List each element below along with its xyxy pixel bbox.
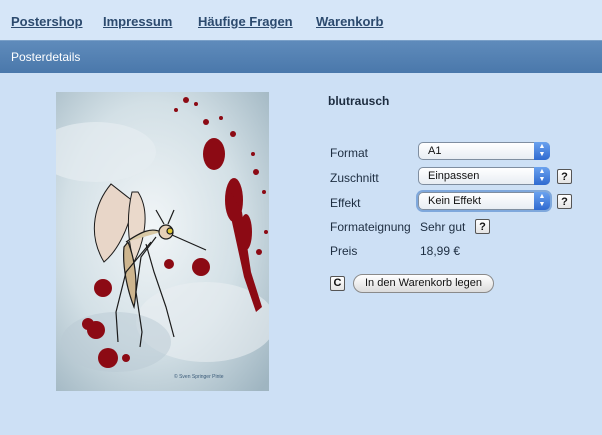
format-select[interactable]: A1 ▲ ▼ (418, 142, 550, 160)
effekt-help-button[interactable]: ? (557, 194, 572, 209)
formateignung-value: Sehr gut (420, 220, 466, 234)
add-to-cart-button[interactable]: In den Warenkorb legen (353, 274, 494, 293)
poster-image: © Sven Springer Pinte (56, 92, 269, 391)
preis-value: 18,99 € (420, 244, 461, 258)
top-navigation: Postershop Impressum Häufige Fragen Ware… (0, 0, 602, 40)
format-label: Format (330, 146, 369, 160)
select-arrows-icon: ▲ ▼ (534, 167, 550, 185)
zuschnitt-select[interactable]: Einpassen ▲ ▼ (418, 167, 550, 185)
select-arrows-icon: ▲ ▼ (534, 192, 550, 210)
formateignung-help-button[interactable]: ? (475, 219, 490, 234)
section-title: Posterdetails (11, 50, 81, 64)
nav-link-postershop[interactable]: Postershop (11, 14, 83, 29)
zuschnitt-help-button[interactable]: ? (557, 169, 572, 184)
format-select-value: A1 (428, 145, 442, 157)
poster-credit: © Sven Springer Pinte (174, 373, 224, 380)
poster-artwork: © Sven Springer Pinte (56, 92, 269, 391)
effekt-label: Effekt (330, 196, 361, 210)
section-title-bar: Posterdetails (0, 40, 602, 73)
preis-label: Preis (330, 244, 358, 258)
effekt-select[interactable]: Kein Effekt ▲ ▼ (418, 192, 550, 210)
nav-link-warenkorb[interactable]: Warenkorb (316, 14, 383, 29)
effekt-select-value: Kein Effekt (428, 195, 481, 207)
select-arrows-icon: ▲ ▼ (534, 142, 550, 160)
reset-icon[interactable]: C (330, 276, 345, 291)
zuschnitt-select-value: Einpassen (428, 170, 480, 182)
zuschnitt-label: Zuschnitt (330, 171, 379, 185)
nav-link-faq[interactable]: Häufige Fragen (198, 14, 293, 29)
product-title: blutrausch (328, 94, 390, 108)
formateignung-label: Formateignung (330, 220, 411, 234)
nav-link-impressum[interactable]: Impressum (103, 14, 172, 29)
